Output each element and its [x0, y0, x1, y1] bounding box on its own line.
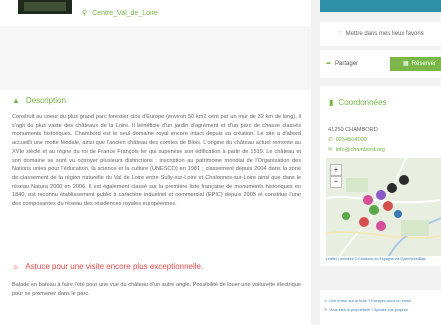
- tip-title: Astuce pour une visite encore plus excep…: [25, 262, 204, 271]
- phone-text: 0254504000: [335, 137, 367, 143]
- map-marker-4[interactable]: [399, 175, 409, 185]
- report-error-text: Une erreur sur la fiche ? Envoyez-nous u…: [329, 299, 411, 303]
- mail-icon: ✉: [328, 147, 333, 153]
- description-title: Description: [25, 96, 66, 105]
- map-marker-5[interactable]: [369, 205, 379, 215]
- phone-link[interactable]: ✆ 0254504000: [328, 137, 367, 143]
- sidebar: ♡ Mettre dans mes lieux favoris ➦ Partager…: [311, 0, 441, 325]
- report-error-link[interactable]: ⚠ Une erreur sur la fiche ? Envoyez-nous …: [324, 298, 411, 303]
- description-text: Construit au coeur du plus grand parc fo…: [12, 114, 301, 208]
- map-marker-6[interactable]: [383, 201, 393, 211]
- leaf-icon: ▲: [12, 96, 20, 105]
- map-marker-7[interactable]: [359, 217, 369, 227]
- add-favorite-button[interactable]: ♡ Mettre dans mes lieux favoris: [320, 22, 441, 46]
- owner-link[interactable]: ✎ Vous êtes le propriétaire ? Ajoutez vos…: [324, 307, 408, 312]
- phone-icon: ✆: [328, 137, 333, 143]
- region-link[interactable]: ⚲ Centre_Val_de_Loire: [82, 9, 158, 17]
- favorite-label: Mettre dans mes lieux favoris: [345, 31, 424, 37]
- coordinates-heading: ▮ Coordonnées: [329, 98, 386, 107]
- map-marker-8[interactable]: [376, 221, 386, 231]
- bulb-icon: ☼: [12, 262, 20, 271]
- share-button[interactable]: ➦ Partager: [326, 57, 376, 71]
- share-label: Partager: [335, 61, 359, 67]
- edit-icon: ✎: [324, 308, 328, 312]
- map-attribution[interactable]: Leaflet | données © Chateaux en Espagne …: [326, 256, 441, 262]
- book-icon: ▮: [329, 98, 334, 107]
- zoom-in-button[interactable]: +: [330, 164, 342, 176]
- main-content: ⚲ Centre_Val_de_Loire ▲ Description Constr…: [0, 0, 311, 325]
- report-card: ⚠ Une erreur sur la fiche ? Envoyez-nous …: [320, 290, 441, 325]
- address-text: 41250 CHAMBORD: [328, 127, 378, 133]
- zoom-out-button[interactable]: −: [330, 176, 342, 188]
- map-marker-1[interactable]: [363, 195, 373, 205]
- chateau-thumbnail[interactable]: [18, 0, 72, 14]
- listing-header: ⚲ Centre_Val_de_Loire: [0, 0, 311, 26]
- map-marker-2[interactable]: [376, 190, 386, 200]
- email-link[interactable]: ✉ info@chambord.org: [328, 147, 385, 153]
- coordinates-card: ▮ Coordonnées 41250 CHAMBORD ✆ 0254504000 …: [320, 86, 441, 266]
- tip-text: Balade en bateau à faire l'été pour une …: [12, 282, 301, 297]
- map-marker-10[interactable]: [394, 210, 402, 218]
- sidebar-top-bar: [320, 0, 441, 12]
- header-band: [0, 26, 311, 90]
- favorite-card: ♡ Mettre dans mes lieux favoris: [320, 22, 441, 46]
- alert-icon: ⚠: [324, 299, 328, 303]
- coordinates-title: Coordonnées: [338, 98, 387, 107]
- owner-text: Vous êtes le propriétaire ? Ajoutez vos …: [329, 308, 408, 312]
- map-marker-9[interactable]: [342, 212, 350, 220]
- location-map[interactable]: + − Leaflet | données © Chateaux en Espa…: [326, 158, 441, 262]
- description-heading: ▲ Description: [12, 96, 66, 105]
- actions-card: ➦ Partager ▦ Réserver: [320, 50, 441, 78]
- tip-heading: ☼ Astuce pour une visite encore plus exce…: [12, 262, 203, 271]
- calendar-icon: ▦: [403, 61, 409, 67]
- region-label: Centre_Val_de_Loire: [92, 10, 158, 17]
- map-pin-icon: ⚲: [82, 10, 88, 17]
- map-marker-3[interactable]: [387, 183, 397, 193]
- book-button[interactable]: ▦ Réserver: [390, 57, 441, 71]
- email-text: info@chambord.org: [335, 147, 385, 153]
- heart-icon: ♡: [337, 31, 343, 37]
- map-canvas: [326, 158, 441, 262]
- share-arrow-icon: ➦: [326, 61, 332, 67]
- book-label: Réserver: [411, 61, 437, 67]
